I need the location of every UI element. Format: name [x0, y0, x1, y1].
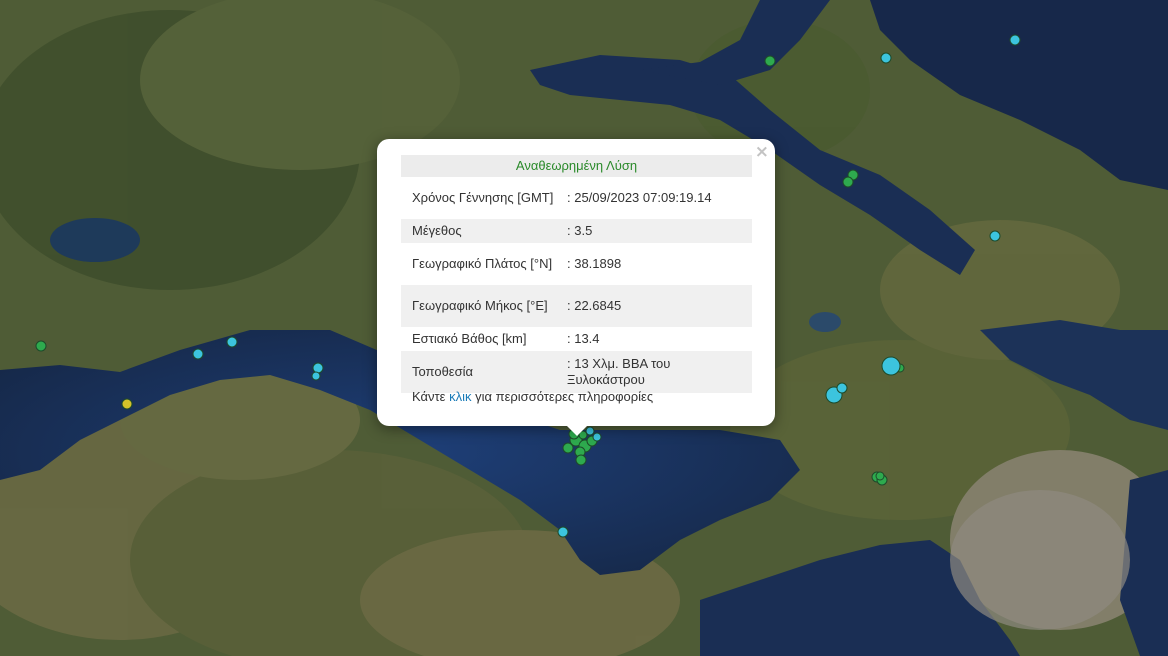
- quake-marker-cyan[interactable]: [880, 52, 892, 64]
- quake-marker-cyan[interactable]: [989, 230, 1001, 242]
- quake-marker-cyan[interactable]: [881, 356, 901, 376]
- latitude-value: : 38.1898: [567, 256, 622, 271]
- quake-marker-cyan[interactable]: [226, 336, 238, 348]
- quake-marker-cyan[interactable]: [311, 371, 321, 381]
- quake-marker-yellow[interactable]: [121, 398, 133, 410]
- quake-marker-cyan[interactable]: [592, 432, 602, 442]
- quake-marker-cyan[interactable]: [557, 526, 569, 538]
- close-icon[interactable]: ×: [755, 142, 769, 162]
- quake-marker-green[interactable]: [842, 176, 854, 188]
- quake-marker-cyan[interactable]: [192, 348, 204, 360]
- table-row: Γεωγραφικό Μήκος [°E] : 22.6845: [401, 285, 752, 327]
- more-info-link[interactable]: κλικ: [449, 389, 471, 404]
- longitude-label: Γεωγραφικό Μήκος [°E]: [401, 285, 561, 327]
- magnitude-label: Μέγεθος: [401, 219, 561, 243]
- latitude-label: Γεωγραφικό Πλάτος [°N]: [412, 256, 553, 271]
- depth-value: : 13.4: [567, 331, 600, 346]
- quake-marker-green[interactable]: [875, 471, 885, 481]
- more-info-prefix: Κάντε: [412, 389, 446, 404]
- more-info-text: Κάντε κλικ για περισσότερες πληροφορίες: [412, 389, 653, 404]
- earthquake-details-table: Αναθεωρημένη Λύση Χρόνος Γέννησης [GMT] …: [401, 155, 752, 393]
- quake-marker-green[interactable]: [35, 340, 47, 352]
- depth-label: Εστιακό Βάθος [km]: [412, 331, 527, 346]
- popup-title: Αναθεωρημένη Λύση: [401, 155, 752, 177]
- magnitude-value: : 3.5: [561, 219, 752, 243]
- table-row: Χρόνος Γέννησης [GMT] : 25/09/2023 07:09…: [401, 177, 752, 219]
- quake-marker-cyan[interactable]: [312, 362, 324, 374]
- popup-tip: [566, 425, 588, 436]
- urban-area: [950, 490, 1130, 630]
- table-row: Εστιακό Βάθος [km] : 13.4: [401, 327, 752, 351]
- more-info-suffix: για περισσότερες πληροφορίες: [475, 389, 654, 404]
- quake-marker-green[interactable]: [575, 454, 587, 466]
- origin-time-label: Χρόνος Γέννησης [GMT]: [412, 190, 554, 205]
- table-row: Μέγεθος : 3.5: [401, 219, 752, 243]
- quake-marker-green[interactable]: [764, 55, 776, 67]
- longitude-value: : 22.6845: [561, 285, 752, 327]
- table-row: Γεωγραφικό Πλάτος [°N] : 38.1898: [401, 243, 752, 285]
- location-value: : 13 Χλμ. ΒΒΑ του Ξυλοκάστρου: [561, 351, 752, 393]
- lake-west: [50, 218, 140, 262]
- quake-marker-green[interactable]: [562, 442, 574, 454]
- lake-small: [809, 312, 841, 332]
- origin-time-value: : 25/09/2023 07:09:19.14: [567, 190, 712, 205]
- quake-marker-cyan[interactable]: [836, 382, 848, 394]
- location-label: Τοποθεσία: [401, 351, 561, 393]
- quake-marker-cyan[interactable]: [1009, 34, 1021, 46]
- table-row: Τοποθεσία : 13 Χλμ. ΒΒΑ του Ξυλοκάστρου: [401, 351, 752, 393]
- earthquake-info-popup: × Αναθεωρημένη Λύση Χρόνος Γέννησης [GMT…: [377, 139, 775, 426]
